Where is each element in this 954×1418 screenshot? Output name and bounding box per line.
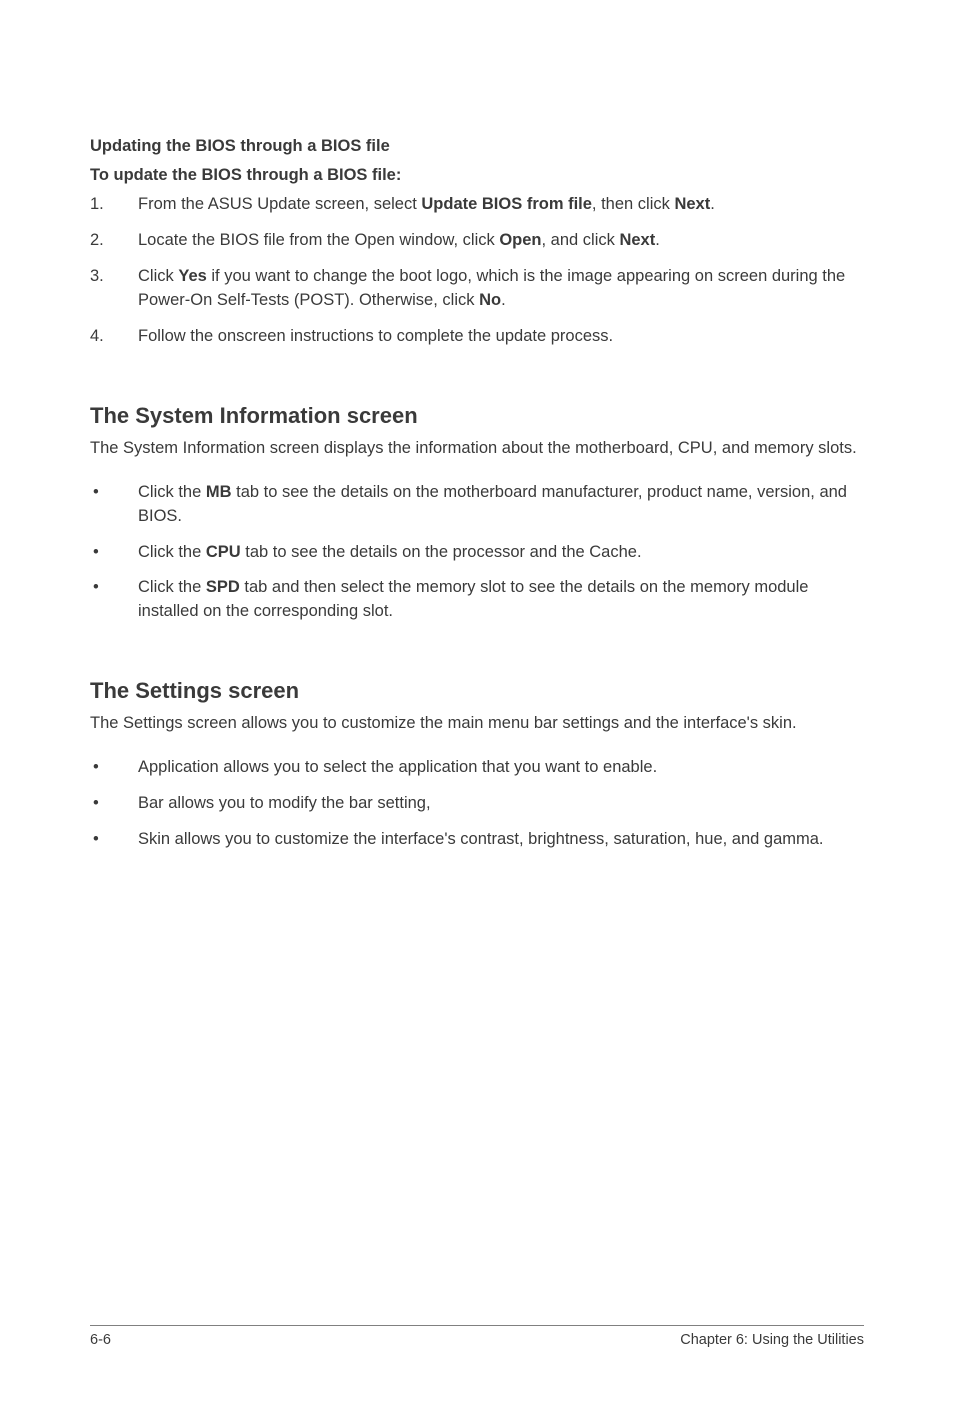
page-number: 6-6 — [90, 1332, 111, 1348]
step-text: From the ASUS Update screen, select Upda… — [138, 193, 864, 217]
bullet-icon: • — [90, 576, 138, 624]
settings-bullets: • Application allows you to select the a… — [90, 756, 864, 852]
step-3: 3. Click Yes if you want to change the b… — [90, 265, 864, 313]
list-item: • Click the MB tab to see the details on… — [90, 481, 864, 529]
list-item: • Application allows you to select the a… — [90, 756, 864, 780]
list-item: • Click the SPD tab and then select the … — [90, 576, 864, 624]
system-info-bullets: • Click the MB tab to see the details on… — [90, 481, 864, 625]
step-text: Click Yes if you want to change the boot… — [138, 265, 864, 313]
steps-list: 1. From the ASUS Update screen, select U… — [90, 193, 864, 349]
bullet-icon: • — [90, 756, 138, 780]
step-text: Locate the BIOS file from the Open windo… — [138, 229, 864, 253]
bullet-icon: • — [90, 792, 138, 816]
step-number: 3. — [90, 265, 138, 313]
heading-settings-screen: The Settings screen — [90, 678, 864, 704]
step-number: 2. — [90, 229, 138, 253]
bullet-text: Click the SPD tab and then select the me… — [138, 576, 864, 624]
step-4: 4. Follow the onscreen instructions to c… — [90, 325, 864, 349]
list-item: • Click the CPU tab to see the details o… — [90, 541, 864, 565]
subheading-to-update: To update the BIOS through a BIOS file: — [90, 164, 864, 187]
bullet-text: Bar allows you to modify the bar setting… — [138, 792, 864, 816]
step-text: Follow the onscreen instructions to comp… — [138, 325, 864, 349]
bullet-text: Skin allows you to customize the interfa… — [138, 828, 864, 852]
bullet-text: Click the MB tab to see the details on t… — [138, 481, 864, 529]
list-item: • Bar allows you to modify the bar setti… — [90, 792, 864, 816]
para-system-information: The System Information screen displays t… — [90, 437, 864, 461]
footer-divider — [90, 1325, 864, 1326]
bullet-text: Application allows you to select the app… — [138, 756, 864, 780]
subheading-update-bios-file: Updating the BIOS through a BIOS file — [90, 135, 864, 158]
bullet-icon: • — [90, 828, 138, 852]
page-footer: 6-6 Chapter 6: Using the Utilities — [90, 1332, 864, 1348]
step-1: 1. From the ASUS Update screen, select U… — [90, 193, 864, 217]
list-item: • Skin allows you to customize the inter… — [90, 828, 864, 852]
bullet-text: Click the CPU tab to see the details on … — [138, 541, 864, 565]
heading-system-information: The System Information screen — [90, 403, 864, 429]
para-settings-screen: The Settings screen allows you to custom… — [90, 712, 864, 736]
step-number: 1. — [90, 193, 138, 217]
chapter-label: Chapter 6: Using the Utilities — [680, 1332, 864, 1348]
step-number: 4. — [90, 325, 138, 349]
step-2: 2. Locate the BIOS file from the Open wi… — [90, 229, 864, 253]
bullet-icon: • — [90, 541, 138, 565]
bullet-icon: • — [90, 481, 138, 529]
page-content: Updating the BIOS through a BIOS file To… — [0, 0, 954, 852]
